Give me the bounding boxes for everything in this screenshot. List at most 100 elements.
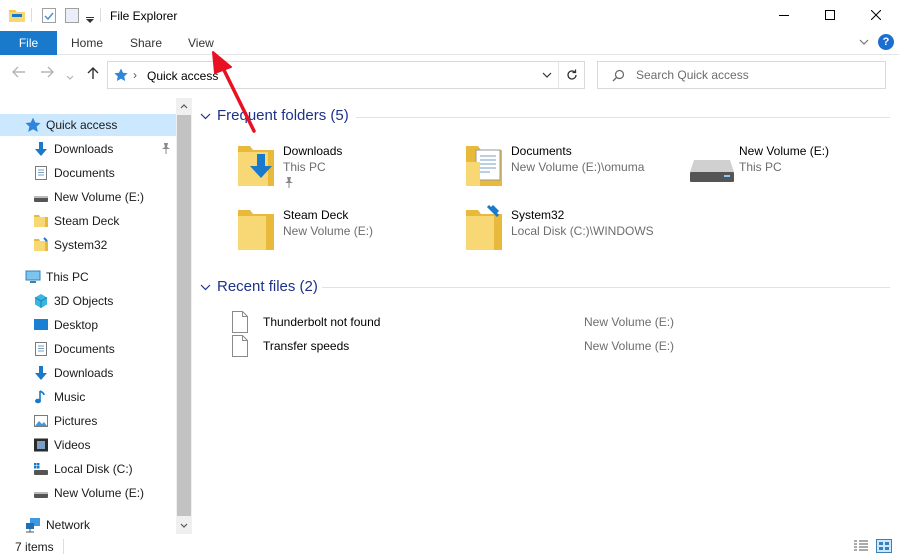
search-box[interactable] — [597, 61, 886, 89]
folder-name: Downloads — [283, 144, 343, 158]
sidebar-item-new-volume-pc[interactable]: New Volume (E:) — [0, 482, 176, 504]
drive-icon — [33, 485, 49, 501]
documents-icon — [33, 165, 49, 181]
item-count: 7 items — [15, 540, 54, 554]
details-view-icon[interactable] — [853, 539, 869, 553]
properties-icon[interactable] — [42, 8, 56, 26]
frequent-folders-header[interactable]: Frequent folders (5) — [200, 107, 349, 124]
folder-tile-system32[interactable]: System32 Local Disk (C:)\WINDOWS — [466, 204, 686, 260]
downloads-folder-icon — [238, 140, 276, 189]
up-arrow-icon[interactable] — [87, 66, 99, 83]
sidebar-item-videos[interactable]: Videos — [0, 434, 176, 456]
recent-locations-chevron-icon[interactable] — [66, 70, 74, 84]
folder-name: Steam Deck — [283, 208, 349, 222]
sidebar-item-label: Quick access — [46, 118, 118, 132]
music-icon — [33, 389, 49, 405]
minimize-icon — [779, 9, 789, 23]
sidebar-item-downloads[interactable]: Downloads — [0, 138, 176, 160]
folder-tile-downloads[interactable]: Downloads This PC — [238, 140, 458, 196]
sidebar-item-documents-pc[interactable]: Documents — [0, 338, 176, 360]
file-location: New Volume (E:) — [584, 339, 675, 353]
videos-icon — [33, 437, 49, 453]
documents-folder-icon — [466, 140, 504, 189]
sidebar-item-label: Local Disk (C:) — [54, 462, 133, 476]
maximize-icon — [825, 9, 835, 23]
breadcrumb-quick-access[interactable]: Quick access — [147, 69, 218, 83]
folder-icon — [33, 213, 49, 229]
recent-file-row[interactable]: Transfer speeds New Volume (E:) — [232, 334, 692, 358]
3d-objects-icon — [33, 293, 49, 309]
tab-share[interactable]: Share — [130, 36, 162, 50]
folder-location: New Volume (E:)\omuma — [511, 160, 645, 174]
sidebar-item-music[interactable]: Music — [0, 386, 176, 408]
sidebar-item-quick-access[interactable]: Quick access — [0, 114, 176, 136]
sidebar-item-pictures[interactable]: Pictures — [0, 410, 176, 432]
folder-icon — [9, 8, 25, 25]
close-button[interactable] — [853, 0, 899, 31]
status-divider — [63, 539, 64, 554]
sidebar-item-label: Documents — [54, 342, 115, 356]
folder-tile-steam-deck[interactable]: Steam Deck New Volume (E:) — [238, 204, 458, 260]
scroll-down-icon[interactable] — [176, 517, 192, 533]
drive-icon — [33, 189, 49, 205]
tab-view[interactable]: View — [188, 36, 214, 50]
title-bar: File Explorer — [0, 0, 899, 31]
folder-location: This PC — [283, 160, 326, 174]
maximize-button[interactable] — [807, 0, 853, 31]
tab-file[interactable]: File — [0, 31, 57, 55]
address-bar[interactable]: › Quick access — [107, 61, 585, 89]
sidebar-item-steam-deck[interactable]: Steam Deck — [0, 210, 176, 232]
collapse-chevron-icon[interactable] — [200, 278, 211, 295]
tab-home[interactable]: Home — [71, 36, 103, 50]
ribbon: File Home Share View ? — [0, 31, 899, 55]
collapse-chevron-icon[interactable] — [200, 107, 211, 124]
drive-icon — [690, 158, 734, 187]
sidebar-item-3d-objects[interactable]: 3D Objects — [0, 290, 176, 312]
pin-icon[interactable] — [284, 176, 294, 191]
sidebar-item-label: Steam Deck — [54, 214, 120, 228]
folder-location: Local Disk (C:)\WINDOWS — [511, 224, 654, 238]
sidebar-item-desktop[interactable]: Desktop — [0, 314, 176, 336]
system-folder-icon — [33, 237, 49, 253]
new-folder-icon[interactable] — [65, 8, 79, 26]
minimize-button[interactable] — [761, 0, 807, 31]
sidebar-item-system32[interactable]: System32 — [0, 234, 176, 256]
refresh-icon[interactable] — [558, 62, 585, 88]
expand-ribbon-icon[interactable] — [859, 36, 869, 50]
system-folder-icon — [466, 204, 504, 253]
sidebar-item-downloads-pc[interactable]: Downloads — [0, 362, 176, 384]
recent-file-row[interactable]: Thunderbolt not found New Volume (E:) — [232, 310, 692, 334]
sidebar-item-network[interactable]: Network — [0, 514, 176, 536]
search-input[interactable] — [636, 67, 876, 83]
sidebar-item-local-disk[interactable]: Local Disk (C:) — [0, 458, 176, 480]
sidebar-item-documents[interactable]: Documents — [0, 162, 176, 184]
window-title: File Explorer — [110, 9, 178, 23]
sidebar-item-this-pc[interactable]: This PC — [0, 266, 176, 288]
recent-files-header[interactable]: Recent files (2) — [200, 278, 318, 295]
folder-name: System32 — [511, 208, 565, 222]
folder-tile-documents[interactable]: Documents New Volume (E:)\omuma — [466, 140, 686, 196]
large-icons-view-icon[interactable] — [876, 539, 892, 553]
sidebar-item-label: Downloads — [54, 142, 114, 156]
search-icon — [612, 69, 625, 85]
scrollbar-thumb[interactable] — [177, 115, 191, 516]
documents-icon — [33, 341, 49, 357]
sidebar-item-label: Videos — [54, 438, 91, 452]
file-icon — [232, 335, 248, 360]
help-button[interactable]: ? — [878, 34, 894, 50]
frequent-folders-title: Frequent folders (5) — [217, 107, 349, 124]
back-arrow-icon[interactable] — [12, 66, 26, 81]
folder-name: New Volume (E:) — [739, 144, 830, 158]
network-icon — [25, 517, 41, 533]
sidebar-item-new-volume[interactable]: New Volume (E:) — [0, 186, 176, 208]
scroll-up-icon[interactable] — [176, 98, 192, 114]
status-bar: 7 items — [0, 536, 899, 558]
windows-drive-icon — [33, 461, 49, 477]
pin-icon[interactable] — [161, 142, 171, 157]
sidebar-item-label: 3D Objects — [54, 294, 114, 308]
forward-arrow-icon[interactable] — [40, 66, 54, 81]
breadcrumb-separator[interactable]: › — [133, 68, 137, 82]
customize-dropdown-icon[interactable] — [86, 12, 94, 26]
folder-tile-new-volume[interactable]: New Volume (E:) This PC — [690, 140, 899, 196]
sidebar-item-label: Desktop — [54, 318, 99, 332]
